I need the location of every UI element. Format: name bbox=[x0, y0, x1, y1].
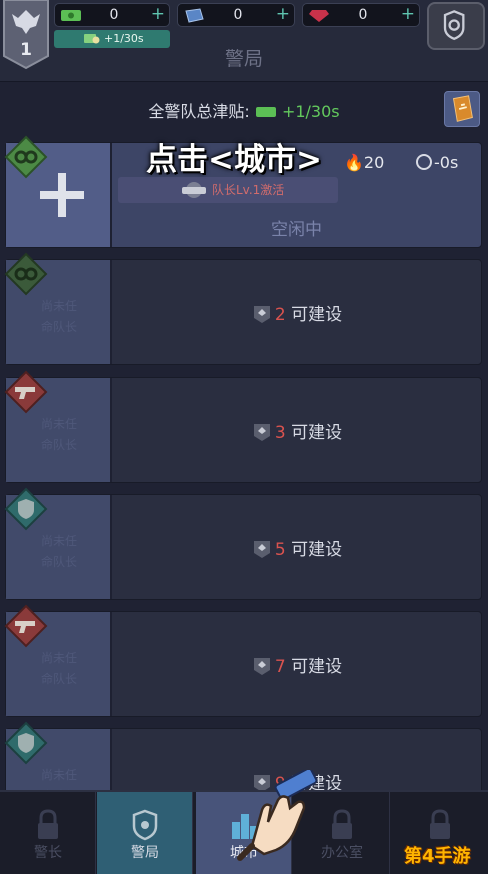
book-add-button[interactable]: + bbox=[276, 4, 290, 24]
police-badge-icon bbox=[132, 809, 158, 841]
lock-icon bbox=[332, 809, 352, 839]
tutorial-tooltip: 点击<城市> bbox=[146, 142, 322, 178]
cash-clock-icon bbox=[84, 34, 100, 44]
manual-button[interactable] bbox=[444, 91, 480, 127]
tab-label: 警长 bbox=[34, 845, 62, 861]
pistol-type-icon bbox=[4, 370, 48, 414]
shield-type-icon bbox=[4, 487, 48, 531]
cash-icon bbox=[61, 10, 81, 21]
top-bar: 1 0 + 0 + 0 + +1/30s 警局 bbox=[0, 0, 488, 82]
cash-add-button[interactable]: + bbox=[151, 4, 165, 24]
cash-counter[interactable]: 0 + bbox=[54, 3, 170, 27]
required-level: 3 bbox=[274, 423, 286, 443]
handcuffs-type-icon bbox=[4, 252, 48, 296]
squad-row[interactable]: 尚未任 命队长 3 可建设 bbox=[4, 370, 482, 483]
build-text: 可建设 bbox=[291, 305, 343, 325]
add-captain-icon[interactable] bbox=[40, 173, 84, 217]
timer-value: -0s bbox=[434, 153, 459, 172]
required-level: 7 bbox=[274, 657, 286, 677]
build-text: 可建设 bbox=[291, 657, 343, 677]
watermark-text: 第4手游 bbox=[404, 846, 471, 867]
no-captain-text: 尚未任命队长 bbox=[40, 417, 77, 452]
gem-icon bbox=[309, 10, 329, 22]
build-text: 可建设 bbox=[291, 423, 343, 443]
build-label[interactable]: 3 可建设 bbox=[112, 418, 481, 443]
no-captain-text: 尚未任命队长 bbox=[40, 299, 77, 334]
lock-icon bbox=[38, 809, 58, 839]
handcuffs-type-icon bbox=[4, 135, 48, 179]
no-captain-text: 尚未任命队长 bbox=[40, 534, 77, 569]
no-captain-text: 尚未任命队长 bbox=[40, 651, 77, 686]
tab-police-station[interactable]: 警局 bbox=[97, 792, 193, 874]
tab-label: 警局 bbox=[131, 845, 159, 861]
squad-row[interactable]: 尚未任 命队长 5 可建设 bbox=[4, 487, 482, 600]
eagle-level-icon bbox=[253, 306, 270, 323]
fire-value: 20 bbox=[363, 153, 385, 172]
required-level: 2 bbox=[274, 305, 286, 325]
clock-icon bbox=[416, 154, 432, 170]
squad-row[interactable]: 尚未任 命队长 7 可建设 bbox=[4, 604, 482, 717]
auto-gear-icon bbox=[182, 182, 206, 198]
captain-text: 队长Lv.1激活 bbox=[212, 183, 285, 197]
squad-row[interactable]: 尚未任 命队长 2 可建设 bbox=[4, 252, 482, 365]
page-title: 警局 bbox=[224, 48, 263, 70]
settings-button[interactable] bbox=[427, 2, 485, 50]
manual-book-icon bbox=[452, 95, 473, 122]
pointing-hand-icon bbox=[237, 770, 318, 861]
book-icon bbox=[185, 8, 204, 23]
lock-icon bbox=[430, 809, 450, 839]
subsidy-line: 全警队总津贴: +1/30s bbox=[0, 98, 488, 122]
build-label[interactable]: 2 可建设 bbox=[112, 300, 481, 325]
captain-auto-line: 队长Lv.1激活 bbox=[118, 177, 338, 203]
cash-value: 0 bbox=[109, 7, 119, 23]
eagle-level-icon bbox=[253, 658, 270, 675]
fire-stat: 🔥20 bbox=[344, 153, 384, 172]
idle-status: 空闲中 bbox=[271, 220, 322, 240]
cash-icon bbox=[255, 107, 276, 117]
shield-type-icon bbox=[4, 721, 48, 765]
gem-add-button[interactable]: + bbox=[401, 4, 415, 24]
pistol-type-icon bbox=[4, 604, 48, 648]
fire-icon: 🔥 bbox=[344, 153, 364, 172]
build-label[interactable]: 5 可建设 bbox=[112, 535, 481, 560]
eagle-level-icon bbox=[253, 541, 270, 558]
subsidy-rate: +1/30s bbox=[281, 102, 340, 121]
tab-sheriff[interactable]: 警长 bbox=[0, 792, 96, 874]
timer-stat: -0s bbox=[416, 153, 458, 172]
book-counter[interactable]: 0 + bbox=[177, 3, 295, 27]
subsidy-label: 全警队总津贴: bbox=[148, 102, 250, 121]
gem-value: 0 bbox=[358, 7, 368, 23]
build-label[interactable]: 7 可建设 bbox=[112, 652, 481, 677]
required-level: 5 bbox=[274, 540, 286, 560]
gear-badge-icon bbox=[443, 10, 465, 41]
gem-counter[interactable]: 0 + bbox=[302, 3, 420, 27]
book-value: 0 bbox=[233, 7, 243, 23]
eagle-level-icon bbox=[253, 424, 270, 441]
build-text: 可建设 bbox=[291, 540, 343, 560]
